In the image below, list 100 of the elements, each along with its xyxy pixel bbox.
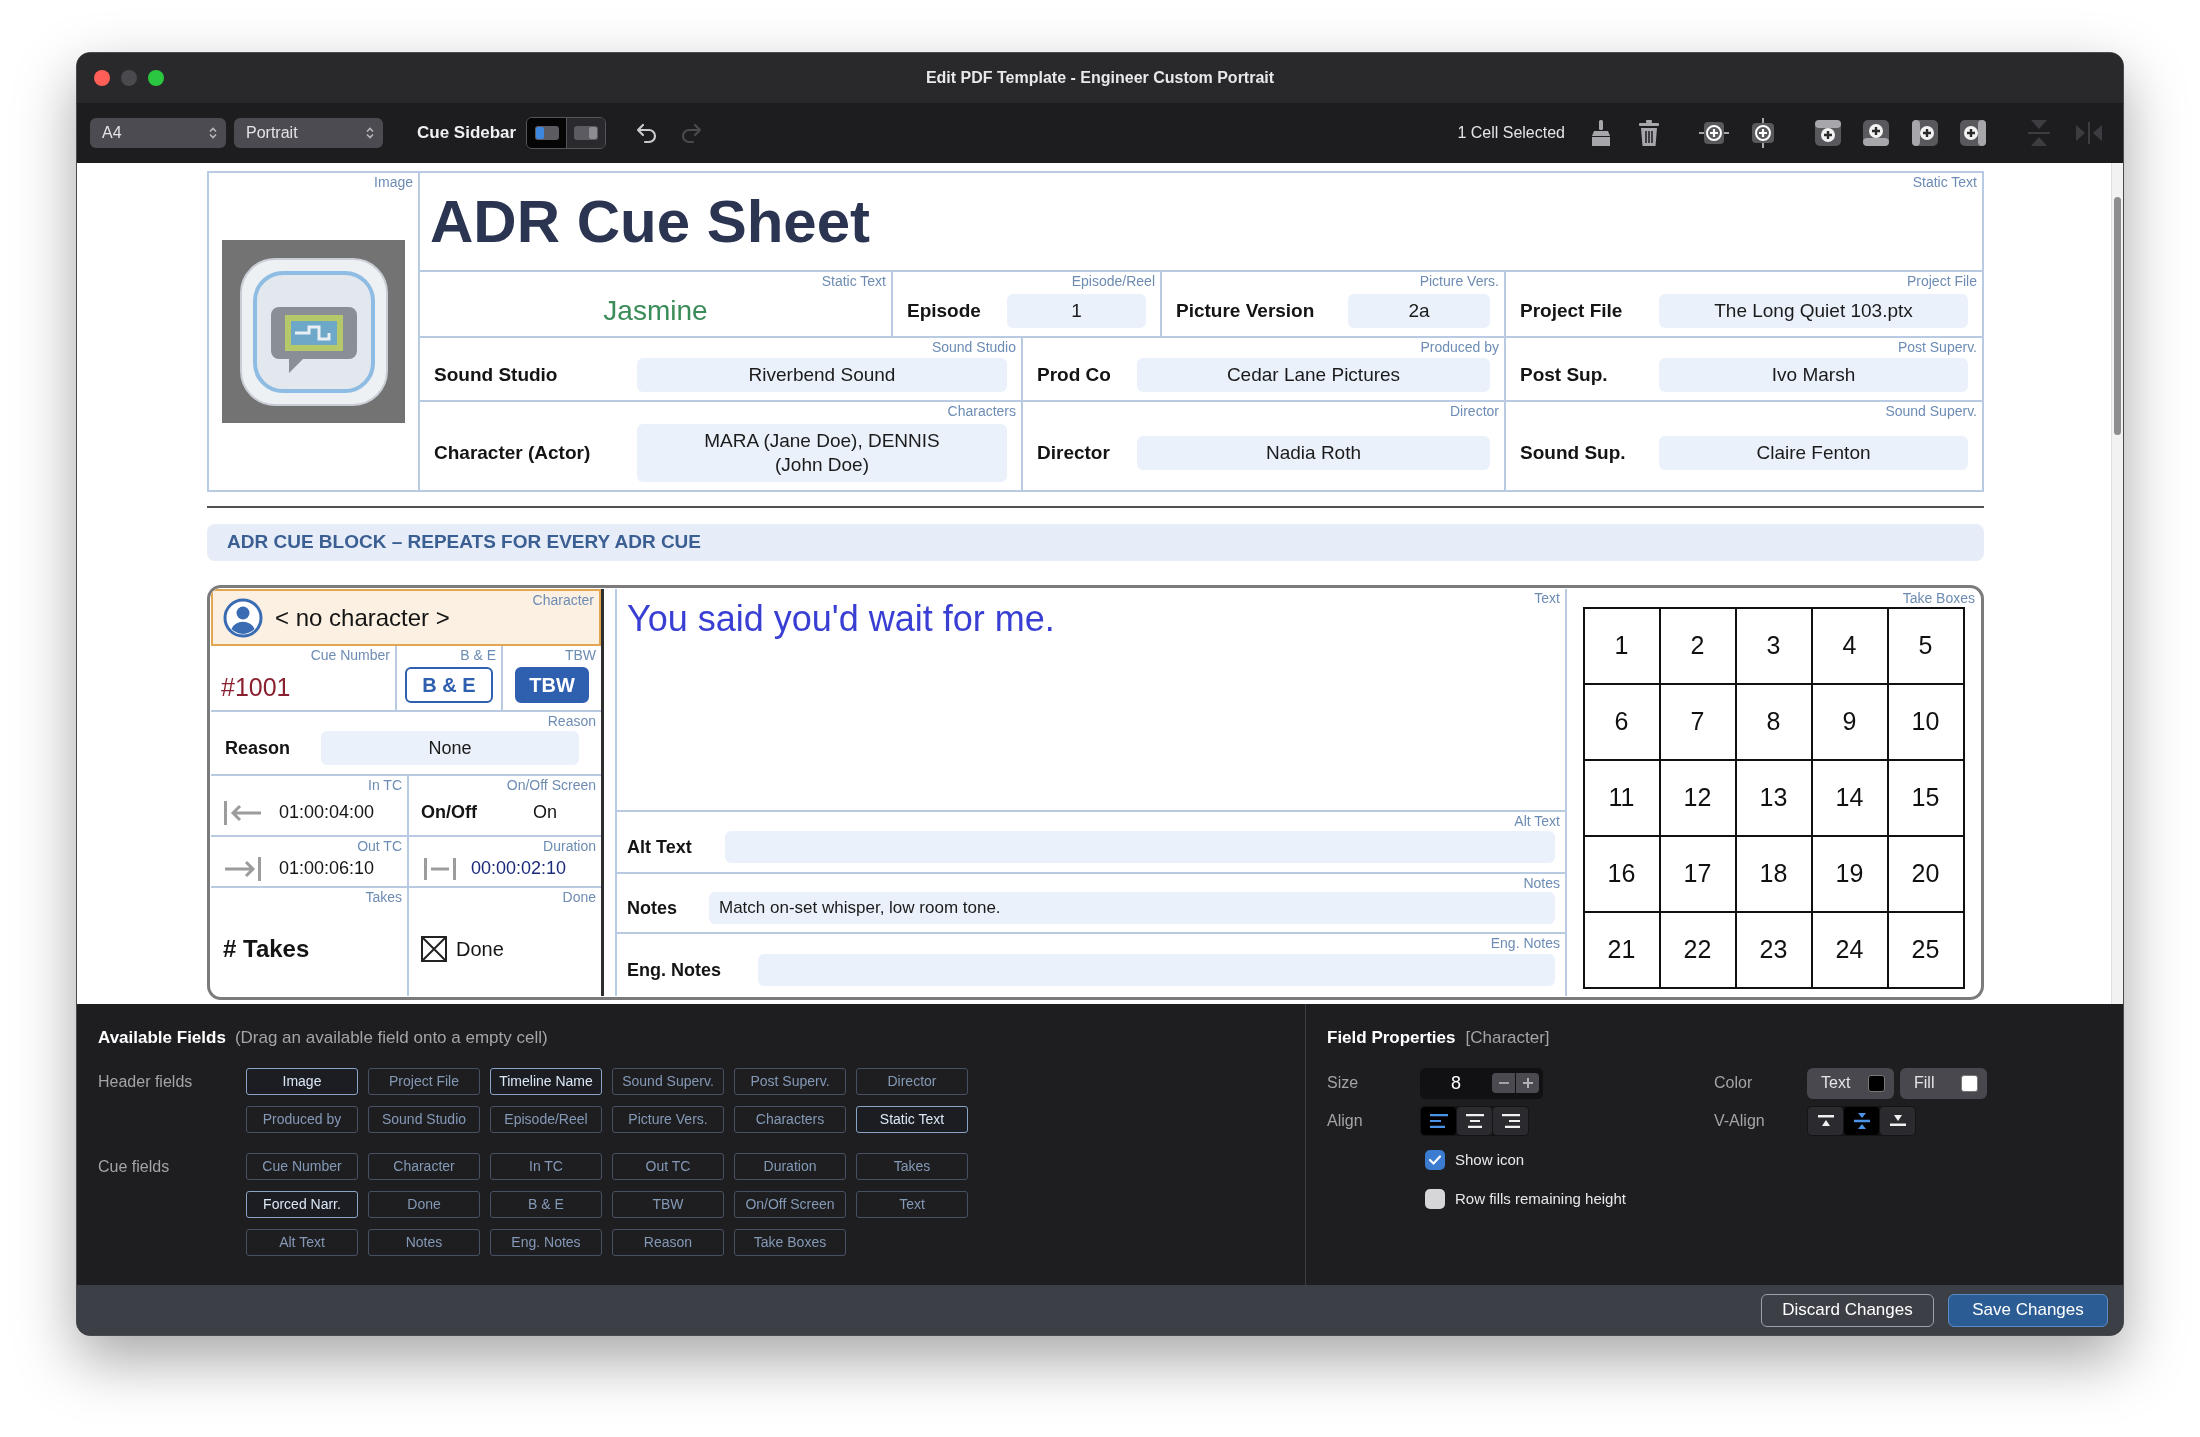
field-tag: Director — [1450, 404, 1499, 419]
add-column-left-icon[interactable] — [1912, 120, 1938, 146]
align-option[interactable] — [1493, 1106, 1528, 1135]
take-box: 12 — [1660, 761, 1737, 837]
timecode: 01:00:06:10 — [279, 857, 375, 880]
field-label: Prod Co — [1037, 362, 1112, 387]
scrollbar-track[interactable] — [2111, 163, 2123, 1004]
field-label: Project File — [1520, 298, 1624, 323]
field-chip[interactable]: Text — [856, 1190, 968, 1218]
trash-icon[interactable] — [1638, 119, 1660, 147]
color-button[interactable]: Text — [1807, 1067, 1894, 1099]
take-box: 5 — [1888, 609, 1965, 685]
field-chip[interactable]: Takes — [856, 1152, 968, 1180]
group-label: Header fields — [98, 1071, 194, 1092]
checkbox[interactable] — [1425, 1189, 1445, 1210]
field-chip[interactable]: Characters — [734, 1105, 846, 1133]
add-column-right-icon[interactable] — [1960, 120, 1986, 146]
field-label: Notes — [627, 896, 678, 920]
field-chip[interactable]: B & E — [490, 1190, 602, 1218]
field-chip[interactable]: Done — [368, 1190, 480, 1218]
field-chip[interactable]: Duration — [734, 1152, 846, 1180]
character-name: < no character > — [275, 602, 450, 633]
property-label: V-Align — [1714, 1110, 1766, 1131]
sidebar-layout-tab[interactable] — [527, 118, 567, 148]
checkbox[interactable] — [1425, 1149, 1445, 1170]
field-chip[interactable]: Eng. Notes — [490, 1228, 602, 1256]
take-box: 21 — [1584, 913, 1661, 989]
decrement-button[interactable] — [1492, 1073, 1515, 1093]
toggle-button[interactable]: TBW — [515, 667, 589, 703]
align-option[interactable] — [1844, 1106, 1879, 1135]
field-tag: TBW — [564, 648, 596, 663]
size-field[interactable]: 8 — [1420, 1067, 1543, 1099]
field-chip[interactable]: Alt Text — [246, 1228, 358, 1256]
field-tag: Eng. Notes — [1490, 936, 1560, 951]
sidebar-layout-tab[interactable] — [566, 118, 606, 148]
dropdown-select[interactable]: A4 — [90, 118, 226, 148]
field-chip[interactable]: Cue Number — [246, 1152, 358, 1180]
increment-button[interactable] — [1516, 1073, 1539, 1093]
align-option[interactable] — [1457, 1106, 1492, 1135]
field-chip[interactable]: Take Boxes — [734, 1228, 846, 1256]
field-chip[interactable]: Director — [856, 1067, 968, 1095]
field-chip[interactable]: Static Text — [856, 1105, 968, 1133]
panel-title: Available Fields — [98, 1027, 226, 1049]
field-chip[interactable]: Timeline Name — [490, 1067, 602, 1095]
save-button[interactable]: Save Changes — [1948, 1293, 2108, 1327]
undo-icon[interactable] — [636, 122, 658, 144]
brush-icon[interactable] — [1590, 119, 1612, 147]
discard-button[interactable]: Discard Changes — [1761, 1293, 1934, 1327]
field-chip[interactable]: Out TC — [612, 1152, 724, 1180]
take-box: 3 — [1736, 609, 1813, 685]
toggle-button[interactable]: B & E — [405, 667, 493, 703]
zoom-window-icon[interactable] — [148, 70, 164, 86]
take-box: 4 — [1812, 609, 1889, 685]
insert-row-icon[interactable] — [1699, 119, 1729, 147]
align-option[interactable] — [1808, 1106, 1843, 1135]
cue-number: #1001 — [221, 672, 291, 702]
scrollbar-thumb[interactable] — [2114, 197, 2121, 435]
field-value: On — [533, 801, 557, 824]
field-chip[interactable]: TBW — [612, 1190, 724, 1218]
field-chip[interactable]: Reason — [612, 1228, 724, 1256]
checkbox-label[interactable]: Row fills remaining height — [1455, 1188, 1626, 1211]
align-option[interactable] — [1421, 1106, 1456, 1135]
speech-bubble-logo-icon — [238, 256, 389, 407]
field-tag: Project File — [1906, 274, 1977, 289]
dropdown-select[interactable]: Portrait — [234, 118, 383, 148]
take-box: 18 — [1736, 837, 1813, 913]
field-chip[interactable]: On/Off Screen — [734, 1190, 846, 1218]
align-middle-icon — [1853, 1112, 1870, 1129]
field-chip[interactable]: Notes — [368, 1228, 480, 1256]
field-chip[interactable]: Episode/Reel — [490, 1105, 602, 1133]
close-window-icon[interactable] — [94, 70, 110, 86]
field-chip[interactable]: Character — [368, 1152, 480, 1180]
align-left-icon — [1429, 1113, 1448, 1128]
field-tag: Characters — [947, 404, 1016, 419]
field-chip[interactable]: Post Superv. — [734, 1067, 846, 1095]
value-field: None — [321, 731, 579, 765]
minus-icon — [1498, 1082, 1509, 1084]
field-chip[interactable]: Picture Vers. — [612, 1105, 724, 1133]
align-option[interactable] — [1880, 1106, 1915, 1135]
field-chip[interactable]: Forced Narr. — [246, 1190, 358, 1218]
color-button[interactable]: Fill — [1900, 1067, 1987, 1099]
panel-hint: (Drag an available field onto a empty cell) — [234, 1027, 548, 1049]
add-row-above-icon[interactable] — [1815, 120, 1841, 146]
take-box: 22 — [1660, 913, 1737, 989]
field-chip[interactable]: In TC — [490, 1152, 602, 1180]
checkbox-label[interactable]: Show icon — [1455, 1148, 1525, 1171]
take-box: 11 — [1584, 761, 1661, 837]
size-value: 8 — [1450, 1071, 1462, 1095]
insert-column-icon[interactable] — [1749, 118, 1777, 148]
field-chip[interactable]: Project File — [368, 1067, 480, 1095]
field-chip[interactable]: Sound Superv. — [612, 1067, 724, 1095]
take-box: 10 — [1888, 685, 1965, 761]
property-label: Align — [1327, 1110, 1364, 1131]
field-chip[interactable]: Sound Studio — [368, 1105, 480, 1133]
field-chip[interactable]: Image — [246, 1067, 358, 1095]
add-row-below-icon[interactable] — [1863, 120, 1889, 146]
character-cell[interactable]: < no character > Character — [211, 589, 601, 646]
field-label: Director — [1037, 440, 1111, 465]
value-field: MARA (Jane Doe), DENNIS (John Doe) — [637, 424, 1007, 482]
field-chip[interactable]: Produced by — [246, 1105, 358, 1133]
